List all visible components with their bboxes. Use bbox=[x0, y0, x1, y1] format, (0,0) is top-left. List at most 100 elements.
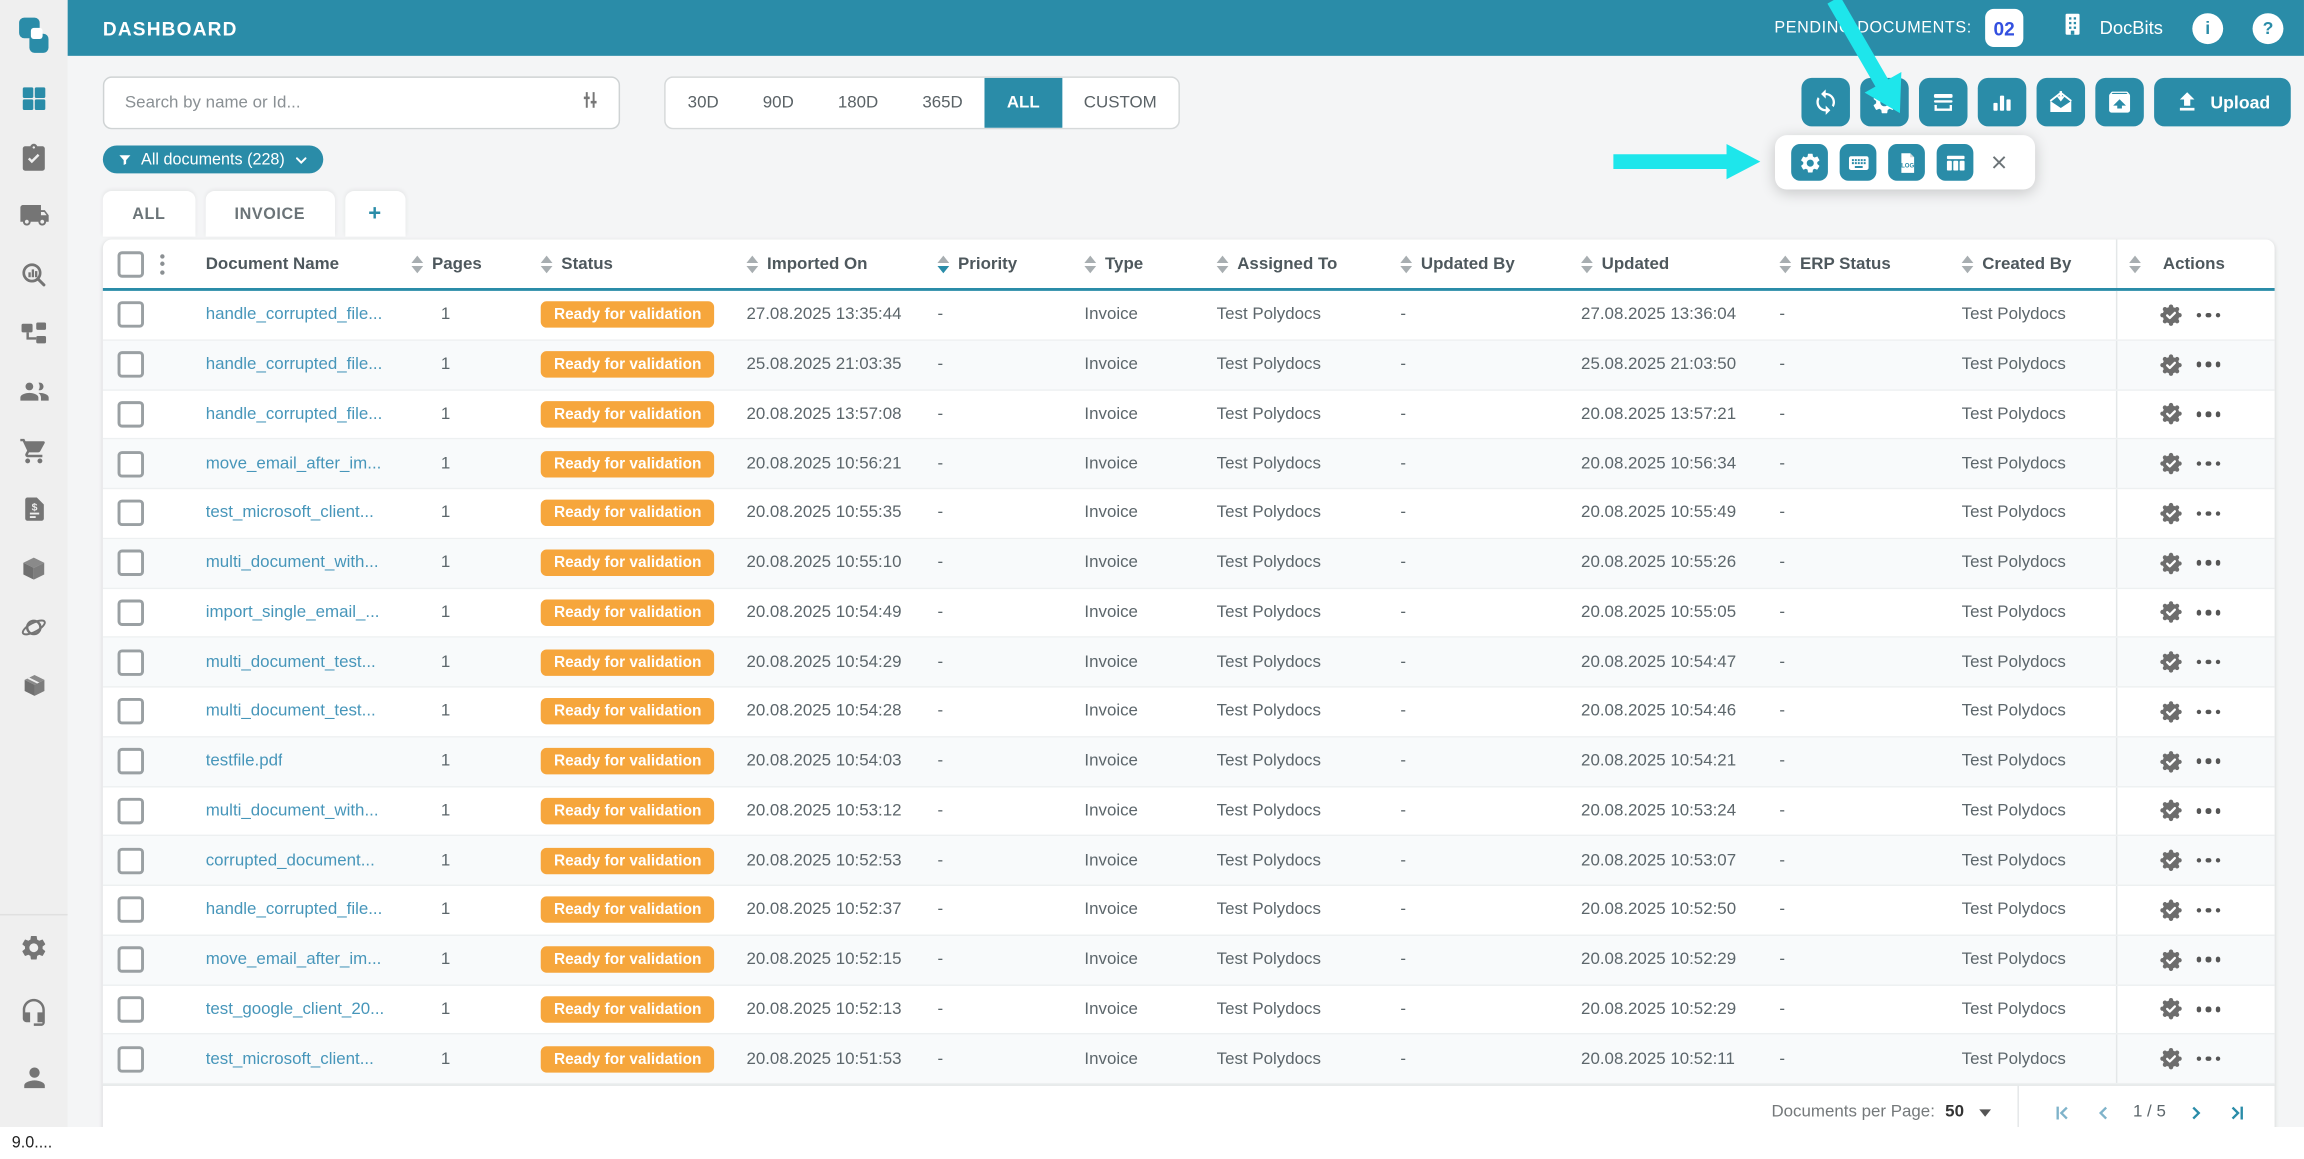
document-name-link[interactable]: handle_corrupted_file... bbox=[206, 356, 383, 374]
row-checkbox[interactable] bbox=[118, 599, 144, 625]
validated-seal-icon[interactable] bbox=[2159, 402, 2184, 427]
row-more-actions-icon[interactable] bbox=[2197, 908, 2221, 913]
sync-button[interactable] bbox=[1802, 78, 1850, 126]
validated-seal-icon[interactable] bbox=[2159, 997, 2184, 1022]
validated-seal-icon[interactable] bbox=[2159, 898, 2184, 923]
row-checkbox[interactable] bbox=[118, 847, 144, 873]
date-filter-30d[interactable]: 30D bbox=[666, 78, 741, 128]
validated-seal-icon[interactable] bbox=[2159, 699, 2184, 724]
package-icon[interactable] bbox=[18, 552, 49, 583]
date-filter-all[interactable]: ALL bbox=[985, 78, 1062, 128]
col-header-priority[interactable]: Priority bbox=[926, 240, 1073, 288]
tab-invoice[interactable]: INVOICE bbox=[205, 191, 334, 237]
validated-seal-icon[interactable] bbox=[2159, 303, 2184, 328]
validated-seal-icon[interactable] bbox=[2159, 501, 2184, 526]
row-checkbox[interactable] bbox=[118, 748, 144, 774]
row-checkbox[interactable] bbox=[118, 1046, 144, 1072]
col-header-imported-on[interactable]: Imported On bbox=[735, 240, 926, 288]
mail-import-button[interactable] bbox=[2037, 78, 2085, 126]
settings-button[interactable] bbox=[1861, 78, 1909, 126]
row-checkbox[interactable] bbox=[118, 798, 144, 824]
validated-seal-icon[interactable] bbox=[2159, 451, 2184, 476]
row-more-actions-icon[interactable] bbox=[2197, 312, 2221, 317]
users-icon[interactable] bbox=[18, 376, 49, 407]
date-filter-custom[interactable]: CUSTOM bbox=[1062, 78, 1179, 128]
col-header-updated[interactable]: Updated bbox=[1569, 240, 1767, 288]
validated-seal-icon[interactable] bbox=[2159, 650, 2184, 675]
document-name-link[interactable]: test_microsoft_client... bbox=[206, 1050, 374, 1068]
row-checkbox[interactable] bbox=[118, 550, 144, 576]
first-page-button[interactable] bbox=[2051, 1101, 2073, 1123]
row-more-actions-icon[interactable] bbox=[2197, 610, 2221, 615]
document-name-link[interactable]: multi_document_test... bbox=[206, 653, 376, 671]
document-name-link[interactable]: handle_corrupted_file... bbox=[206, 901, 383, 919]
row-more-actions-icon[interactable] bbox=[2197, 957, 2221, 962]
popup-settings-button[interactable] bbox=[1791, 144, 1828, 181]
validated-seal-icon[interactable] bbox=[2159, 947, 2184, 972]
orbit-icon[interactable] bbox=[18, 611, 49, 642]
validated-seal-icon[interactable] bbox=[2159, 352, 2184, 377]
tasks-clipboard-icon[interactable] bbox=[18, 141, 49, 172]
document-name-link[interactable]: test_microsoft_client... bbox=[206, 505, 374, 523]
shipping-truck-icon[interactable] bbox=[18, 200, 49, 231]
workflow-icon[interactable] bbox=[18, 317, 49, 348]
popup-keyboard-button[interactable] bbox=[1840, 144, 1877, 181]
upload-button[interactable]: Upload bbox=[2155, 78, 2291, 126]
date-filter-90d[interactable]: 90D bbox=[741, 78, 816, 128]
document-name-link[interactable]: test_google_client_20... bbox=[206, 1000, 385, 1018]
col-header-updated-by[interactable]: Updated By bbox=[1389, 240, 1570, 288]
validated-seal-icon[interactable] bbox=[2159, 550, 2184, 575]
validated-seal-icon[interactable] bbox=[2159, 749, 2184, 774]
row-more-actions-icon[interactable] bbox=[2197, 808, 2221, 813]
shopping-cart-icon[interactable] bbox=[18, 435, 49, 466]
col-header-type[interactable]: Type bbox=[1073, 240, 1205, 288]
col-header-created-by[interactable]: Created By bbox=[1950, 240, 2116, 288]
col-header-actions[interactable]: Actions bbox=[2116, 240, 2275, 288]
row-more-actions-icon[interactable] bbox=[2197, 709, 2221, 714]
row-checkbox[interactable] bbox=[118, 897, 144, 923]
analytics-chart-button[interactable] bbox=[1978, 78, 2026, 126]
previous-page-button[interactable] bbox=[2092, 1101, 2114, 1123]
document-name-link[interactable]: handle_corrupted_file... bbox=[206, 306, 383, 324]
dashboard-icon[interactable] bbox=[18, 82, 49, 113]
validated-seal-icon[interactable] bbox=[2159, 1046, 2184, 1071]
row-more-actions-icon[interactable] bbox=[2197, 1056, 2221, 1061]
document-name-link[interactable]: handle_corrupted_file... bbox=[206, 405, 383, 423]
filter-tune-icon[interactable] bbox=[579, 87, 603, 118]
invoice-document-icon[interactable]: $ bbox=[18, 494, 49, 525]
document-name-link[interactable]: corrupted_document... bbox=[206, 852, 375, 870]
col-header-status[interactable]: Status bbox=[529, 240, 735, 288]
document-name-link[interactable]: move_email_after_im... bbox=[206, 455, 382, 473]
row-checkbox[interactable] bbox=[118, 401, 144, 427]
documents-per-page[interactable]: Documents per Page: 50 bbox=[1771, 1104, 2016, 1122]
import-box-button[interactable] bbox=[2096, 78, 2144, 126]
app-logo-icon[interactable] bbox=[12, 12, 56, 62]
row-more-actions-icon[interactable] bbox=[2197, 560, 2221, 565]
search-input[interactable] bbox=[122, 93, 579, 114]
document-name-link[interactable]: multi_document_with... bbox=[206, 554, 379, 572]
tab-all[interactable]: ALL bbox=[103, 191, 195, 237]
document-name-link[interactable]: multi_document_with... bbox=[206, 802, 379, 820]
date-filter-365d[interactable]: 365D bbox=[900, 78, 984, 128]
scanner-button[interactable] bbox=[1919, 78, 1967, 126]
row-more-actions-icon[interactable] bbox=[2197, 759, 2221, 764]
package-alt-icon[interactable] bbox=[18, 670, 49, 701]
row-more-actions-icon[interactable] bbox=[2197, 1007, 2221, 1012]
help-icon[interactable]: ? bbox=[2253, 12, 2284, 43]
next-page-button[interactable] bbox=[2185, 1101, 2207, 1123]
row-checkbox[interactable] bbox=[118, 699, 144, 725]
col-header-erp-status[interactable]: ERP Status bbox=[1768, 240, 1950, 288]
profile-person-icon[interactable] bbox=[18, 1062, 49, 1100]
row-checkbox[interactable] bbox=[118, 500, 144, 526]
validated-seal-icon[interactable] bbox=[2159, 600, 2184, 625]
popup-close-icon[interactable] bbox=[1990, 153, 2009, 172]
info-icon[interactable]: i bbox=[2192, 12, 2223, 43]
row-more-actions-icon[interactable] bbox=[2197, 362, 2221, 367]
last-page-button[interactable] bbox=[2226, 1101, 2248, 1123]
row-checkbox[interactable] bbox=[118, 946, 144, 972]
date-filter-180d[interactable]: 180D bbox=[816, 78, 900, 128]
document-name-link[interactable]: testfile.pdf bbox=[206, 753, 283, 771]
settings-gear-icon[interactable] bbox=[19, 933, 48, 970]
row-checkbox[interactable] bbox=[118, 996, 144, 1022]
document-name-link[interactable]: multi_document_test... bbox=[206, 703, 376, 721]
